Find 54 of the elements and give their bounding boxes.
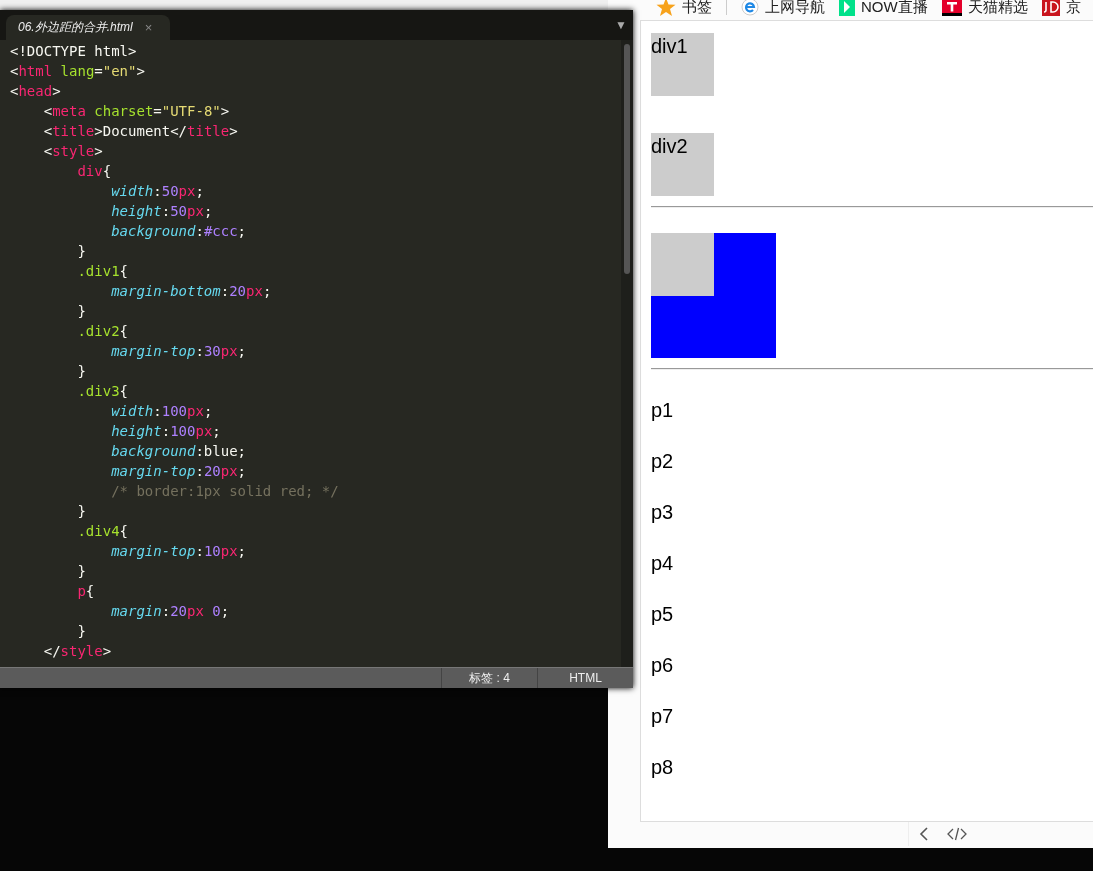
code-line: <style> bbox=[42, 142, 104, 161]
div-box: div1 bbox=[651, 33, 714, 96]
code-line: } bbox=[76, 302, 87, 321]
code-line: width:50px; bbox=[110, 182, 205, 201]
close-icon[interactable]: × bbox=[144, 20, 153, 35]
code-line: } bbox=[76, 622, 87, 641]
code-line: margin-top:10px; bbox=[110, 542, 248, 561]
star-icon bbox=[656, 0, 676, 16]
paragraph-text: p3 bbox=[651, 501, 675, 525]
tab-size-indicator[interactable]: 标签 : 4 bbox=[441, 668, 537, 688]
paragraph-text: p8 bbox=[651, 756, 675, 780]
code-icon[interactable] bbox=[947, 827, 967, 841]
paragraph-text: p2 bbox=[651, 450, 675, 474]
paragraph-text: p5 bbox=[651, 603, 675, 627]
code-line: .div4{ bbox=[76, 522, 129, 541]
paragraph-text: p4 bbox=[651, 552, 675, 576]
code-line: } bbox=[76, 362, 87, 381]
code-line: background:blue; bbox=[110, 442, 247, 461]
syntax-indicator[interactable]: HTML bbox=[537, 668, 633, 688]
code-line: .div3{ bbox=[76, 382, 129, 401]
code-line: <title>Document</title> bbox=[42, 122, 239, 141]
code-line: height:100px; bbox=[110, 422, 222, 441]
paragraph-text: p6 bbox=[651, 654, 675, 678]
code-line: margin-top:20px; bbox=[110, 462, 248, 481]
chevron-left-icon[interactable] bbox=[919, 827, 929, 841]
code-line: <html lang="en"> bbox=[10, 62, 146, 81]
code-line: /* border:1px solid red; */ bbox=[110, 482, 340, 501]
code-line: } bbox=[76, 502, 87, 521]
code-line: margin:20px 0; bbox=[110, 602, 231, 621]
code-line: div{ bbox=[76, 162, 113, 181]
bookmark-link[interactable]: 书签 bbox=[656, 0, 712, 17]
code-line: } bbox=[76, 562, 87, 581]
code-line: <head> bbox=[10, 82, 62, 101]
paragraph-text: p7 bbox=[651, 705, 675, 729]
paragraph-text: p1 bbox=[651, 399, 675, 423]
code-line: <meta charset="UTF-8"> bbox=[42, 102, 231, 121]
code-line: width:100px; bbox=[110, 402, 214, 421]
code-line: <!DOCTYPE html> bbox=[10, 42, 138, 61]
code-line: p{ bbox=[76, 582, 96, 601]
code-line: </style> bbox=[42, 642, 113, 661]
bookmark-link[interactable]: 天猫精选 bbox=[941, 0, 1028, 17]
dropdown-arrow[interactable]: ▼ bbox=[615, 18, 633, 32]
bookmark-link[interactable]: NOW直播 bbox=[839, 0, 928, 17]
code-line: margin-bottom:20px; bbox=[110, 282, 273, 301]
inner-div-box bbox=[651, 233, 714, 296]
div-box: div2 bbox=[651, 133, 714, 196]
code-line: height:50px; bbox=[110, 202, 214, 221]
code-line: .div1{ bbox=[76, 262, 129, 281]
file-tab[interactable]: 06.外边距的合并.html × bbox=[6, 15, 171, 40]
code-line: .div2{ bbox=[76, 322, 129, 341]
code-line: background:#ccc; bbox=[110, 222, 248, 241]
code-line: } bbox=[76, 242, 87, 261]
code-line: margin-top:30px; bbox=[110, 342, 248, 361]
scrollbar[interactable] bbox=[621, 40, 633, 667]
